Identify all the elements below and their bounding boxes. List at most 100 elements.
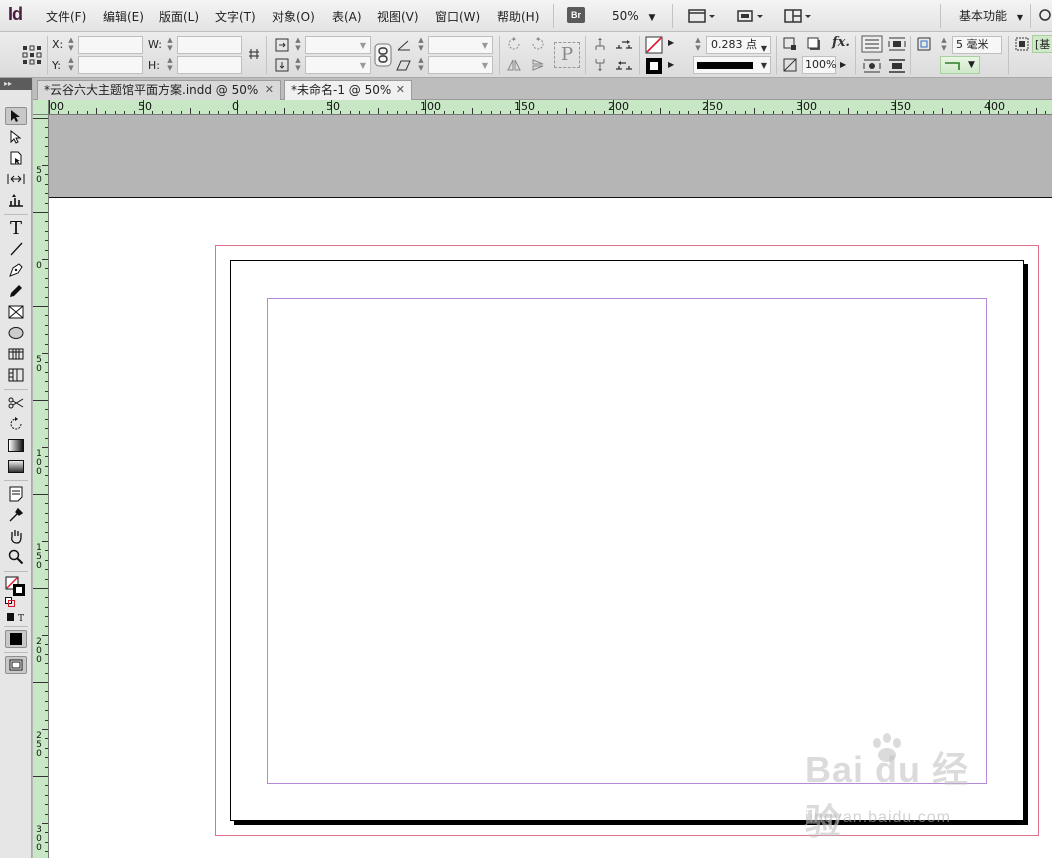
direction-p-icon[interactable]: P <box>554 42 580 68</box>
rectangle-frame-tool[interactable] <box>5 303 27 321</box>
x-stepper[interactable]: ▲ ▼ <box>66 36 76 54</box>
vertical-ruler[interactable]: 50 0 50 100 150 200 250 300 <box>33 115 49 858</box>
tab-document-2[interactable]: *未命名-1 @ 50% ✕ <box>284 80 412 100</box>
scale-x-field[interactable]: ▼ <box>305 36 371 54</box>
menu-help[interactable]: 帮助(H) <box>497 8 539 25</box>
document-canvas[interactable]: Bai du 经验 jingyan.baidu.com <box>49 115 1052 858</box>
menu-object[interactable]: 对象(O) <box>272 8 315 25</box>
effects-fx-icon[interactable]: fx. <box>832 35 850 50</box>
auto-fit-icon[interactable] <box>1014 36 1030 52</box>
search-icon[interactable] <box>1038 8 1052 24</box>
fill-swatch[interactable] <box>645 36 663 54</box>
ruler-origin[interactable] <box>33 100 49 115</box>
screen-mode-icon[interactable] <box>736 8 764 24</box>
menu-layout[interactable]: 版面(L) <box>159 8 199 25</box>
w-stepper[interactable]: ▲ ▼ <box>165 36 175 54</box>
scale-y-stepper[interactable]: ▲ ▼ <box>293 56 303 74</box>
stroke-type-select[interactable]: ▼ <box>693 56 771 74</box>
menu-file[interactable]: 文件(F) <box>46 8 86 25</box>
panel-overflow-label[interactable]: [基 <box>1032 35 1052 53</box>
pencil-tool[interactable] <box>5 282 27 300</box>
page-tool[interactable] <box>5 149 27 167</box>
constrain-scale-link-icon[interactable] <box>374 43 392 67</box>
arrange-documents-icon[interactable] <box>784 8 812 24</box>
text-wrap-bounding-icon[interactable] <box>887 35 907 53</box>
view-options-icon[interactable] <box>688 8 716 24</box>
stroke-dropdown-arrow[interactable]: ▶ <box>668 60 674 69</box>
shear-field[interactable]: ▼ <box>428 56 493 74</box>
menu-type[interactable]: 文字(T) <box>215 8 256 25</box>
stroke-weight-stepper[interactable]: ▲ ▼ <box>693 36 703 54</box>
wrap-offset-field[interactable]: 5 毫米 <box>952 36 1002 54</box>
close-icon[interactable]: ✕ <box>396 81 405 99</box>
opacity-field[interactable]: 100% <box>802 56 836 74</box>
menu-window[interactable]: 窗口(W) <box>435 8 480 25</box>
free-transform-tool[interactable] <box>5 415 27 433</box>
select-next-object-icon[interactable] <box>614 36 634 52</box>
h-field[interactable] <box>177 56 242 74</box>
apply-color-button[interactable] <box>5 630 27 648</box>
chevron-down-icon[interactable]: ▼ <box>968 60 975 70</box>
gradient-feather-tool[interactable] <box>5 457 27 475</box>
rotate-cw-icon[interactable] <box>506 36 522 52</box>
gap-tool[interactable] <box>5 170 27 188</box>
menu-view[interactable]: 视图(V) <box>377 8 419 25</box>
bridge-button[interactable]: Br <box>567 7 585 23</box>
opacity-dropdown-arrow[interactable]: ▶ <box>840 60 846 69</box>
shear-stepper[interactable]: ▲ ▼ <box>416 56 426 74</box>
rotate-stepper[interactable]: ▲ ▼ <box>416 36 426 54</box>
reference-point-icon[interactable] <box>22 45 42 65</box>
direct-selection-tool[interactable] <box>5 128 27 146</box>
drop-shadow-icon[interactable] <box>806 36 822 52</box>
text-wrap-shape-icon[interactable] <box>861 57 883 75</box>
content-collector-tool[interactable] <box>5 191 27 209</box>
h-stepper[interactable]: ▲ ▼ <box>165 56 175 74</box>
scale-x-stepper[interactable]: ▲ ▼ <box>293 36 303 54</box>
x-field[interactable] <box>78 36 143 54</box>
tab-document-1[interactable]: *云谷六大主题馆平面方案.indd @ 50% ✕ <box>37 80 281 100</box>
wrap-offset-stepper[interactable]: ▲ ▼ <box>939 36 949 54</box>
eyedropper-tool[interactable] <box>5 506 27 524</box>
selection-tool[interactable] <box>5 107 27 125</box>
w-field[interactable] <box>177 36 242 54</box>
y-stepper[interactable]: ▲ ▼ <box>66 56 76 74</box>
hand-tool[interactable] <box>5 527 27 545</box>
ellipse-tool[interactable] <box>5 324 27 342</box>
close-icon[interactable]: ✕ <box>265 81 274 99</box>
workspace-switcher[interactable]: 基本功能 ▼ <box>945 7 1031 25</box>
stroke-swatch[interactable] <box>645 57 663 75</box>
constrain-proportions-icon[interactable] <box>246 46 262 62</box>
scale-y-field[interactable]: ▼ <box>305 56 371 74</box>
rotate-ccw-icon[interactable] <box>530 36 546 52</box>
select-content-icon[interactable] <box>592 57 608 73</box>
fill-stroke-swatches[interactable] <box>5 575 27 599</box>
text-wrap-jump-icon[interactable] <box>887 57 907 75</box>
select-container-icon[interactable] <box>592 36 608 52</box>
zoom-level-select[interactable]: 50% ▼ <box>612 9 655 23</box>
screen-mode-button[interactable] <box>5 656 27 674</box>
note-tool[interactable] <box>5 485 27 503</box>
rotate-field[interactable]: ▼ <box>428 36 493 54</box>
fill-dropdown-arrow[interactable]: ▶ <box>668 38 674 47</box>
scissors-tool[interactable] <box>5 394 27 412</box>
menu-table[interactable]: 表(A) <box>332 8 362 25</box>
text-wrap-none-icon[interactable] <box>861 35 883 53</box>
select-previous-object-icon[interactable] <box>614 57 634 73</box>
y-field[interactable] <box>78 56 143 74</box>
horizontal-grid-tool[interactable] <box>5 345 27 363</box>
stroke-weight-field[interactable]: 0.283 点 ▼ <box>706 36 771 54</box>
flip-horizontal-icon[interactable] <box>506 57 522 73</box>
corner-options-icon[interactable] <box>782 36 798 52</box>
horizontal-ruler[interactable]: 00 50 0 50 100 150 200 250 300 350 400 <box>49 100 1052 115</box>
pen-tool[interactable] <box>5 261 27 279</box>
line-tool[interactable] <box>5 240 27 258</box>
menu-edit[interactable]: 编辑(E) <box>103 8 144 25</box>
gradient-swatch-tool[interactable] <box>5 436 27 454</box>
flip-vertical-icon[interactable] <box>530 57 546 73</box>
vertical-grid-tool[interactable] <box>5 366 27 384</box>
default-fill-stroke[interactable] <box>5 597 15 607</box>
zoom-tool[interactable] <box>5 548 27 566</box>
panel-collapse-grip[interactable]: ▸▸ <box>0 78 32 90</box>
type-tool[interactable]: T <box>5 218 27 239</box>
formatting-affects-container[interactable]: T <box>5 611 27 623</box>
